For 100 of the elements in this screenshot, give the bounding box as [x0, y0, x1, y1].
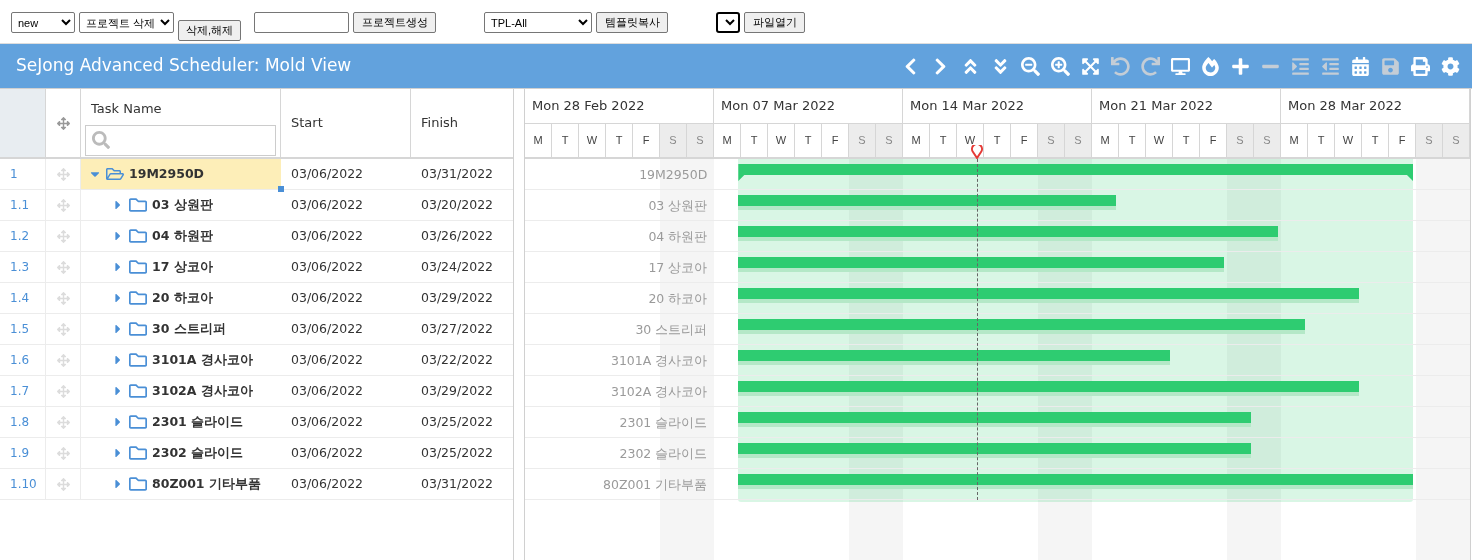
- print-icon[interactable]: [1410, 56, 1430, 76]
- drag-handle-icon[interactable]: [56, 198, 70, 212]
- row-number: 1: [10, 166, 18, 183]
- summary-bar[interactable]: [738, 164, 1413, 181]
- week-label: Mon 28 Feb 2022: [532, 97, 645, 116]
- task-name-cell[interactable]: 3101A 경사코아: [81, 345, 281, 375]
- monitor-icon[interactable]: [1170, 56, 1190, 76]
- task-name-cell[interactable]: 80Z001 기타부품: [81, 469, 281, 499]
- move-icon: [56, 116, 70, 130]
- task-name-cell[interactable]: 19M2950D: [81, 159, 281, 189]
- folder-icon: [129, 382, 147, 400]
- fill-handle[interactable]: [278, 186, 284, 192]
- open-file-button[interactable]: 파일열기: [744, 12, 805, 33]
- column-header: Start: [291, 114, 323, 133]
- task-bar[interactable]: [738, 319, 1305, 334]
- drag-handle-icon[interactable]: [56, 260, 70, 274]
- finish-date: 03/31/2022: [421, 164, 494, 183]
- finish-date: 03/27/2022: [421, 319, 494, 338]
- task-name-cell[interactable]: 30 스트리퍼: [81, 314, 281, 344]
- task-name-cell[interactable]: 20 하코아: [81, 283, 281, 313]
- drag-handle-icon[interactable]: [56, 415, 70, 429]
- start-date: 03/06/2022: [291, 257, 364, 276]
- row-number: 1.5: [10, 321, 30, 338]
- folder-icon: [129, 351, 147, 369]
- view-select[interactable]: new: [11, 12, 75, 33]
- drag-handle-icon[interactable]: [56, 322, 70, 336]
- week-label: Mon 28 Mar 2022: [1288, 97, 1402, 116]
- delete-toggle-button[interactable]: 삭제,해제: [178, 20, 241, 41]
- start-date: 03/06/2022: [291, 288, 364, 307]
- copy-template-button[interactable]: 템플릿복사: [596, 12, 668, 33]
- day-cell: S: [1038, 124, 1065, 157]
- bar-label: 80Z001 기타부품: [603, 476, 708, 494]
- drag-handle-icon[interactable]: [56, 446, 70, 460]
- drag-handle-icon[interactable]: [56, 167, 70, 181]
- task-name-cell[interactable]: 03 상원판: [81, 190, 281, 220]
- finish-date: 03/24/2022: [421, 257, 494, 276]
- day-cell: S: [1254, 124, 1281, 157]
- task-bar[interactable]: [738, 381, 1359, 396]
- finish-date: 03/29/2022: [421, 381, 494, 400]
- plus-icon[interactable]: [1230, 56, 1250, 76]
- start-date: 03/06/2022: [291, 164, 364, 183]
- finish-date: 03/20/2022: [421, 195, 494, 214]
- zoom-in-icon[interactable]: [1050, 56, 1070, 76]
- task-name: 2301 슬라이드: [152, 412, 244, 431]
- bar-label: 20 하코아: [648, 290, 708, 308]
- folder-icon: [129, 475, 147, 493]
- drag-handle-icon[interactable]: [56, 384, 70, 398]
- day-cell: S: [1443, 124, 1470, 157]
- row-number: 1.6: [10, 352, 30, 369]
- task-name-cell[interactable]: 04 하원판: [81, 221, 281, 251]
- task-bar[interactable]: [738, 350, 1170, 365]
- bar-label: 19M2950D: [639, 166, 708, 184]
- task-bar[interactable]: [738, 412, 1251, 427]
- bar-label: 03 상원판: [648, 197, 708, 215]
- calendar-icon[interactable]: [1350, 56, 1370, 76]
- app-title: SeJong Advanced Scheduler: Mold View: [16, 54, 352, 78]
- task-name-cell[interactable]: 17 상코아: [81, 252, 281, 282]
- task-bar[interactable]: [738, 195, 1116, 210]
- drag-handle-icon[interactable]: [56, 291, 70, 305]
- task-bar[interactable]: [738, 288, 1359, 303]
- project-name-field[interactable]: [254, 12, 349, 33]
- task-name: 04 하원판: [152, 226, 213, 245]
- week-label: Mon 21 Mar 2022: [1099, 97, 1213, 116]
- task-bar[interactable]: [738, 226, 1278, 241]
- folder-icon: [106, 165, 124, 183]
- day-cell: S: [1065, 124, 1092, 157]
- action-select[interactable]: 프로젝트 삭제: [79, 12, 174, 33]
- expand-icon[interactable]: [1080, 56, 1100, 76]
- drag-handle-icon[interactable]: [56, 353, 70, 367]
- zoom-out-icon[interactable]: [1020, 56, 1040, 76]
- folder-icon: [129, 320, 147, 338]
- search-field[interactable]: [85, 124, 276, 156]
- settings-icon[interactable]: [1440, 56, 1460, 76]
- drag-handle-icon[interactable]: [56, 477, 70, 491]
- start-date: 03/06/2022: [291, 195, 364, 214]
- start-date: 03/06/2022: [291, 412, 364, 431]
- start-date: 03/06/2022: [291, 381, 364, 400]
- start-date: 03/06/2022: [291, 474, 364, 493]
- template-select[interactable]: TPL-All: [484, 12, 592, 33]
- row-number: 1.3: [10, 259, 30, 276]
- task-bar[interactable]: [738, 257, 1224, 272]
- task-name-cell[interactable]: 3102A 경사코아: [81, 376, 281, 406]
- folder-icon: [129, 196, 147, 214]
- folder-icon: [129, 258, 147, 276]
- task-bar[interactable]: [738, 474, 1413, 489]
- bar-label: 2302 슬라이드: [619, 445, 708, 463]
- file-select[interactable]: [716, 12, 740, 33]
- finish-date: 03/25/2022: [421, 412, 494, 431]
- drag-handle-icon[interactable]: [56, 229, 70, 243]
- start-date: 03/06/2022: [291, 319, 364, 338]
- flame-icon[interactable]: [1200, 56, 1220, 76]
- day-cell: S: [1227, 124, 1254, 157]
- row-number: 1.9: [10, 445, 30, 462]
- finish-date: 03/25/2022: [421, 443, 494, 462]
- start-date: 03/06/2022: [291, 443, 364, 462]
- task-name-cell[interactable]: 2302 슬라이드: [81, 438, 281, 468]
- task-name-cell[interactable]: 2301 슬라이드: [81, 407, 281, 437]
- task-bar[interactable]: [738, 443, 1251, 458]
- create-project-button[interactable]: 프로젝트생성: [353, 12, 436, 33]
- today-pin-icon: [971, 145, 984, 159]
